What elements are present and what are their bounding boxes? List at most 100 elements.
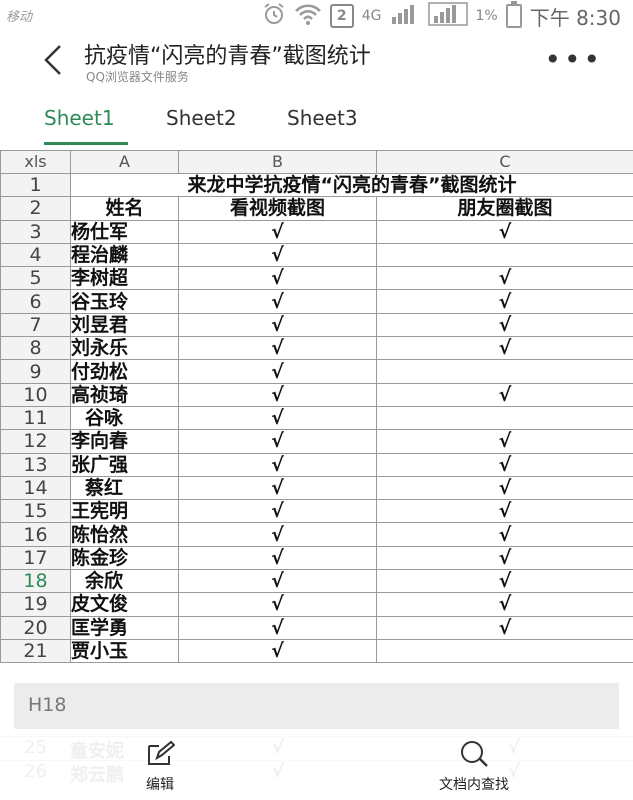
row-number[interactable]: 1 <box>0 172 71 198</box>
cell-video-check[interactable]: √ <box>178 569 377 594</box>
cell-name[interactable]: 刘昱君 <box>70 312 179 338</box>
back-arrow-icon[interactable] <box>34 40 74 80</box>
cell-moments-check[interactable]: √ <box>376 615 633 640</box>
row-number[interactable]: 9 <box>0 359 71 384</box>
cell-moments-check[interactable]: √ <box>376 545 633 571</box>
row-number[interactable]: 8 <box>0 336 71 361</box>
cell-name[interactable]: 陈怡然 <box>70 522 179 547</box>
row-number[interactable]: 13 <box>0 452 71 477</box>
row-number[interactable]: 20 <box>0 615 71 640</box>
tab-sheet2[interactable]: Sheet2 <box>166 106 237 130</box>
table-row: 16 陈怡然 √ √ <box>0 522 633 547</box>
cell-name[interactable]: 余欣 <box>70 569 179 594</box>
row-number[interactable]: 10 <box>0 382 71 407</box>
row-number[interactable]: 6 <box>0 289 71 314</box>
cell-name[interactable]: 张广强 <box>70 452 179 477</box>
row-number[interactable]: 7 <box>0 312 71 338</box>
sheet-title-cell[interactable]: 来龙中学抗疫情“闪亮的青春”截图统计 <box>70 172 633 198</box>
cell-moments-check[interactable]: √ <box>376 592 633 617</box>
cell-name[interactable]: 蔡红 <box>70 475 179 501</box>
cell-name[interactable]: 陈金珍 <box>70 545 179 571</box>
cell-name[interactable]: 付劲松 <box>70 359 179 384</box>
cell-video-check[interactable]: √ <box>178 382 377 407</box>
cell-video-check[interactable]: √ <box>178 522 377 547</box>
edit-button[interactable]: 编辑 <box>100 740 220 798</box>
row-number[interactable]: 14 <box>0 475 71 501</box>
cell-video-check[interactable]: √ <box>178 312 377 338</box>
column-header-a[interactable]: A <box>70 150 179 174</box>
cell-name[interactable]: 刘永乐 <box>70 336 179 361</box>
column-header-c[interactable]: C <box>376 150 633 174</box>
cell-moments-check[interactable] <box>376 242 633 268</box>
cell-name[interactable]: 杨仕军 <box>70 219 179 244</box>
row-number[interactable]: 15 <box>0 499 71 524</box>
cell-name[interactable]: 高祯琦 <box>70 382 179 407</box>
find-in-document-button[interactable]: 文档内查找 <box>414 740 534 798</box>
cell-moments-check[interactable] <box>376 405 633 431</box>
row-number[interactable]: 12 <box>0 429 71 454</box>
cell-moments-check[interactable]: √ <box>376 475 633 501</box>
row-number[interactable]: 19 <box>0 592 71 617</box>
row-number[interactable]: 11 <box>0 405 71 431</box>
table-row: 10 高祯琦 √ √ <box>0 382 633 407</box>
header-cell-video[interactable]: 看视频截图 <box>178 196 377 221</box>
cell-name[interactable]: 匡学勇 <box>70 615 179 640</box>
cell-video-check[interactable]: √ <box>178 615 377 640</box>
cell-moments-check[interactable]: √ <box>376 289 633 314</box>
table-row: 18 余欣 √ √ <box>0 569 633 594</box>
cell-video-check[interactable]: √ <box>178 592 377 617</box>
cell-name[interactable]: 贾小玉 <box>70 638 179 664</box>
cell-name[interactable]: 谷玉玲 <box>70 289 179 314</box>
cell-video-check[interactable]: √ <box>178 638 377 664</box>
cell-video-check[interactable]: √ <box>178 499 377 524</box>
cell-video-check[interactable]: √ <box>178 475 377 501</box>
row-number[interactable]: 3 <box>0 219 71 244</box>
edit-icon <box>100 740 220 768</box>
cell-name[interactable]: 李树超 <box>70 266 179 291</box>
row-number[interactable]: 17 <box>0 545 71 571</box>
cell-moments-check[interactable]: √ <box>376 219 633 244</box>
cell-moments-check[interactable]: √ <box>376 429 633 454</box>
header-cell-name[interactable]: 姓名 <box>70 196 179 221</box>
header-cell-moments[interactable]: 朋友圈截图 <box>376 196 633 221</box>
cell-name[interactable]: 程治麟 <box>70 242 179 268</box>
cell-video-check[interactable]: √ <box>178 289 377 314</box>
row-number[interactable]: 18 <box>0 569 71 594</box>
cell-moments-check[interactable]: √ <box>376 522 633 547</box>
cell-name[interactable]: 皮文俊 <box>70 592 179 617</box>
column-header-b[interactable]: B <box>178 150 377 174</box>
cell-video-check[interactable]: √ <box>178 545 377 571</box>
cell-moments-check[interactable]: √ <box>376 569 633 594</box>
cell-name[interactable]: 谷咏 <box>70 405 179 431</box>
tab-sheet3[interactable]: Sheet3 <box>287 106 358 130</box>
spreadsheet-table: xls A B C 1 来龙中学抗疫情“闪亮的青春”截图统计 2 姓名 看视频截… <box>0 150 633 664</box>
select-all-corner[interactable]: xls <box>0 150 71 174</box>
row-number[interactable]: 2 <box>0 196 71 221</box>
cell-video-check[interactable]: √ <box>178 429 377 454</box>
cell-reference-bar[interactable]: H18 <box>14 683 619 729</box>
row-number[interactable]: 16 <box>0 522 71 547</box>
row-number[interactable]: 21 <box>0 638 71 664</box>
spreadsheet[interactable]: xls A B C 1 来龙中学抗疫情“闪亮的青春”截图统计 2 姓名 看视频截… <box>0 150 633 678</box>
cell-video-check[interactable]: √ <box>178 242 377 268</box>
cell-video-check[interactable]: √ <box>178 359 377 384</box>
cell-video-check[interactable]: √ <box>178 452 377 477</box>
cell-moments-check[interactable]: √ <box>376 312 633 338</box>
cell-video-check[interactable]: √ <box>178 336 377 361</box>
more-options-icon[interactable]: ••• <box>544 46 603 74</box>
cell-moments-check[interactable]: √ <box>376 336 633 361</box>
cell-moments-check[interactable]: √ <box>376 266 633 291</box>
cell-moments-check[interactable]: √ <box>376 382 633 407</box>
cell-moments-check[interactable] <box>376 359 633 384</box>
row-number[interactable]: 5 <box>0 266 71 291</box>
tab-sheet1[interactable]: Sheet1 <box>44 106 115 130</box>
cell-moments-check[interactable]: √ <box>376 499 633 524</box>
cell-video-check[interactable]: √ <box>178 266 377 291</box>
cell-moments-check[interactable] <box>376 638 633 664</box>
cell-video-check[interactable]: √ <box>178 219 377 244</box>
cell-video-check[interactable]: √ <box>178 405 377 431</box>
row-number[interactable]: 4 <box>0 242 71 268</box>
cell-name[interactable]: 王宪明 <box>70 499 179 524</box>
cell-name[interactable]: 李向春 <box>70 429 179 454</box>
cell-moments-check[interactable]: √ <box>376 452 633 477</box>
